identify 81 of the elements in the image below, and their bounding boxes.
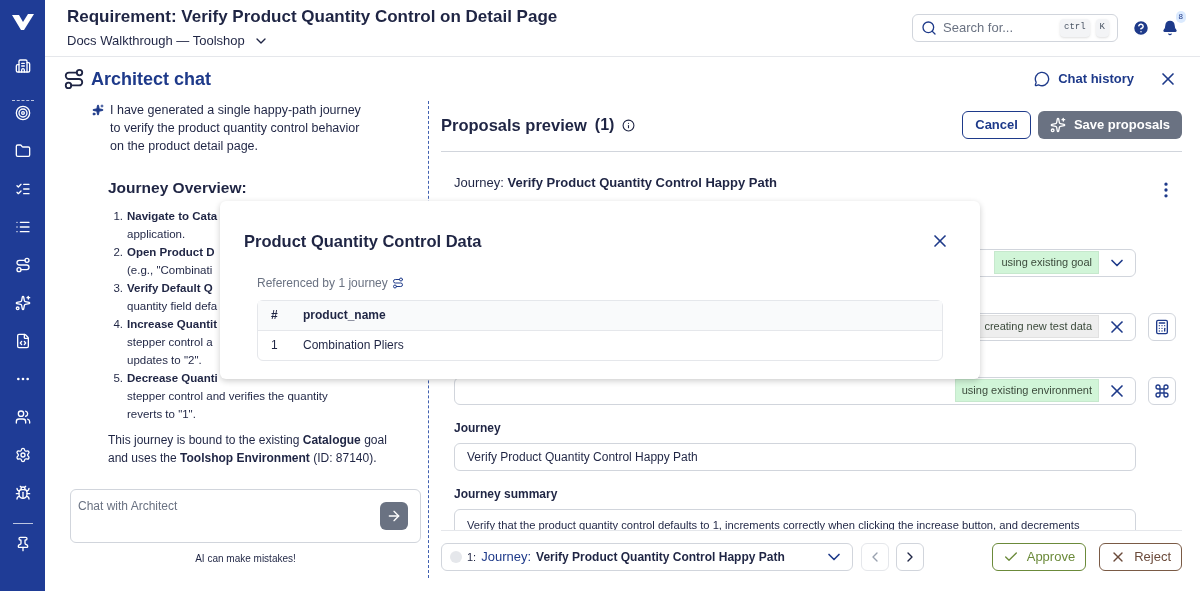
chat-message: I have generated a single happy-path journey to verify the product quantity control behavior on the product detail page. xyxy=(110,102,362,155)
dialog-title: Product Quantity Control Data xyxy=(244,231,483,252)
command-icon xyxy=(1154,382,1170,399)
chat-message: This journey is bound to the existing Catalogue goal and uses the Toolshop Environment (ID: 87140). xyxy=(107,432,388,468)
route-icon[interactable] xyxy=(14,257,31,273)
notification-icon[interactable] xyxy=(1162,20,1178,36)
project-selector[interactable]: Docs Walkthrough — Toolshop xyxy=(67,30,269,51)
sparkle-icon xyxy=(92,104,104,116)
page-title: Requirement: Verify Product Quantity Control on Detail Page xyxy=(67,5,559,28)
gear-icon[interactable] xyxy=(14,447,31,463)
step-number: 3. xyxy=(112,281,124,297)
reject-button[interactable]: Reject xyxy=(1099,543,1182,571)
cancel-button[interactable]: Cancel xyxy=(962,111,1031,139)
help-icon[interactable] xyxy=(1132,19,1150,37)
step-number: 4. xyxy=(112,317,124,333)
side-action-button[interactable] xyxy=(1148,376,1176,405)
journey-name: Verify Product Quantity Control Happy Path xyxy=(536,549,785,566)
step-text: reverts to "1". xyxy=(127,407,197,423)
step-title: Increase Quantit xyxy=(127,317,218,333)
step-number: 1. xyxy=(112,209,124,225)
target-icon[interactable] xyxy=(14,105,31,121)
chat-input[interactable]: Chat with Architect xyxy=(70,489,421,544)
search-icon xyxy=(921,20,937,36)
route-icon xyxy=(391,276,404,289)
search-field[interactable]: Search for... ctrl K xyxy=(912,14,1118,42)
journey-index: 1: xyxy=(467,549,477,565)
step-title: Open Product D xyxy=(127,245,215,261)
step-title: Verify Default Q xyxy=(127,281,214,297)
summary-field[interactable]: Verify that the product quantity control defaults to 1, increments correctly when clicking the increase button, and decrements xyxy=(454,508,1136,530)
checklist-icon[interactable] xyxy=(14,181,31,197)
info-icon[interactable] xyxy=(622,118,636,132)
column-header: # xyxy=(258,300,303,331)
step-title: Navigate to Cata xyxy=(127,209,218,225)
proposals-count: (1) xyxy=(594,115,615,135)
speech-bubble-icon xyxy=(1034,71,1051,87)
chat-title: Architect chat xyxy=(91,67,212,91)
next-button[interactable] xyxy=(896,543,924,571)
step-text: quantity field defa xyxy=(127,299,218,315)
sparkles-icon[interactable] xyxy=(14,295,31,311)
sparkles-icon xyxy=(1049,117,1066,133)
folder-icon[interactable] xyxy=(14,143,31,159)
table-cell-text: Combination Pliers xyxy=(303,337,405,355)
code-file-icon[interactable] xyxy=(14,333,31,349)
step-text: (e.g., "Combinati xyxy=(127,263,214,279)
field-label: Journey summary xyxy=(454,485,559,503)
step-text: updates to "2". xyxy=(127,353,203,369)
approve-button[interactable]: Approve xyxy=(991,543,1087,571)
journey-label: Journey: xyxy=(454,175,504,190)
step-number: 5. xyxy=(112,371,124,387)
status-tag: creating new test data xyxy=(977,315,1099,338)
journey-name: Verify Product Quantity Control Happy Path xyxy=(507,175,777,190)
shortcut-key: ctrl xyxy=(1060,19,1090,37)
users-icon[interactable] xyxy=(14,409,31,425)
table-cell-text: 1 xyxy=(270,337,279,355)
journey-field[interactable]: Verify Product Quantity Control Happy Path xyxy=(454,442,1136,471)
disclaimer: AI can make mistakes! xyxy=(194,552,297,567)
bug-icon[interactable] xyxy=(14,485,31,501)
step-text: stepper control a xyxy=(127,335,214,351)
shortcut-key: K xyxy=(1095,19,1109,37)
search-input[interactable]: Search for... xyxy=(943,18,1054,38)
reference-count: Referenced by 1 journey xyxy=(257,274,388,292)
status-tag: using existing environment xyxy=(954,379,1099,402)
journey-label: Journey: xyxy=(481,548,532,567)
logo-icon[interactable] xyxy=(10,12,35,32)
field-label: Journey xyxy=(454,419,502,437)
status-tag: using existing goal xyxy=(994,251,1099,274)
send-button[interactable] xyxy=(380,502,408,531)
column-header: product_name xyxy=(303,300,942,331)
step-text: application. xyxy=(127,227,187,243)
chat-history-link[interactable]: Chat history xyxy=(1034,69,1134,89)
chat-text-input[interactable]: Chat with Architect xyxy=(78,498,380,515)
step-number: 2. xyxy=(112,245,124,261)
calculator-icon xyxy=(1154,318,1170,335)
step-title: Decrease Quanti xyxy=(127,371,219,387)
notification-count: 8 xyxy=(1175,11,1186,23)
journey-selector[interactable]: 1: Journey: Verify Product Quantity Control Happy Path xyxy=(441,543,853,571)
side-action-button[interactable] xyxy=(1148,312,1176,341)
proposals-title: Proposals preview xyxy=(441,114,587,136)
step-text: stepper control and verifies the quantity xyxy=(127,389,328,405)
list-icon[interactable] xyxy=(14,219,31,235)
overview-heading: Journey Overview: xyxy=(107,178,248,198)
